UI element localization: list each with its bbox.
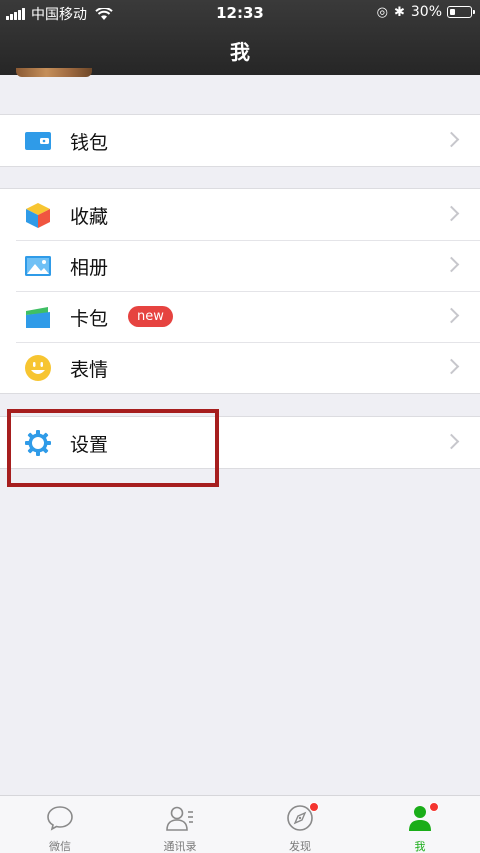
tab-label: 发现	[289, 840, 311, 853]
screen: 中国移动 12:33 ◎ ✱ 30% 我 钱包 收藏 相册 卡包 new 表情 …	[0, 0, 480, 853]
notification-dot	[429, 802, 439, 812]
avatar[interactable]	[16, 68, 92, 77]
bluetooth-icon: ✱	[393, 4, 405, 20]
wallet-group: 钱包	[0, 114, 480, 167]
chevron-right-icon	[443, 205, 460, 222]
album-picture-icon	[25, 256, 51, 276]
chevron-right-icon	[443, 256, 460, 273]
tab-label: 我	[414, 840, 426, 853]
battery-percent: 30%	[410, 4, 442, 20]
orientation-lock-icon: ◎	[376, 4, 388, 20]
status-bar: 中国移动 12:33 ◎ ✱ 30%	[0, 0, 480, 26]
highlight-annotation-box	[7, 409, 219, 487]
tab-label: 微信	[49, 840, 71, 853]
collection-group: 收藏 相册 卡包 new 表情	[0, 188, 480, 394]
tab-chats[interactable]: 微信	[0, 796, 120, 853]
menu-item-favorites[interactable]: 收藏	[0, 189, 480, 240]
new-badge: new	[128, 306, 173, 327]
menu-item-card-pack[interactable]: 卡包 new	[0, 291, 480, 342]
tab-contacts[interactable]: 通讯录	[120, 796, 240, 853]
card-pack-icon	[26, 307, 50, 328]
tab-label: 通讯录	[163, 840, 197, 853]
menu-item-album[interactable]: 相册	[0, 240, 480, 291]
tab-bar: 微信 通讯录 发现 我	[0, 795, 480, 853]
battery-fill	[449, 8, 456, 15]
menu-item-label: 相册	[70, 257, 109, 279]
menu-item-wallet[interactable]: 钱包	[0, 115, 480, 166]
chevron-right-icon	[443, 307, 460, 324]
menu-item-label: 表情	[70, 359, 109, 381]
notification-dot	[309, 802, 319, 812]
menu-item-stickers[interactable]: 表情	[0, 342, 480, 393]
page-title: 我	[230, 40, 250, 64]
header: 中国移动 12:33 ◎ ✱ 30% 我	[0, 0, 480, 77]
chevron-right-icon	[443, 433, 460, 450]
chat-bubble-icon	[47, 806, 73, 831]
status-right: ◎ ✱ 30%	[376, 4, 475, 20]
tab-me[interactable]: 我	[360, 796, 480, 853]
chevron-right-icon	[443, 131, 460, 148]
contacts-icon	[166, 806, 193, 831]
wallet-icon	[25, 132, 51, 150]
favorites-cube-icon	[26, 203, 50, 228]
menu-item-label: 卡包	[70, 308, 109, 330]
chevron-right-icon	[443, 358, 460, 375]
sticker-smiley-icon	[25, 355, 51, 381]
menu-item-label: 收藏	[70, 206, 109, 228]
battery-icon	[447, 6, 475, 18]
tab-discover[interactable]: 发现	[240, 796, 360, 853]
menu-item-label: 钱包	[70, 132, 109, 154]
